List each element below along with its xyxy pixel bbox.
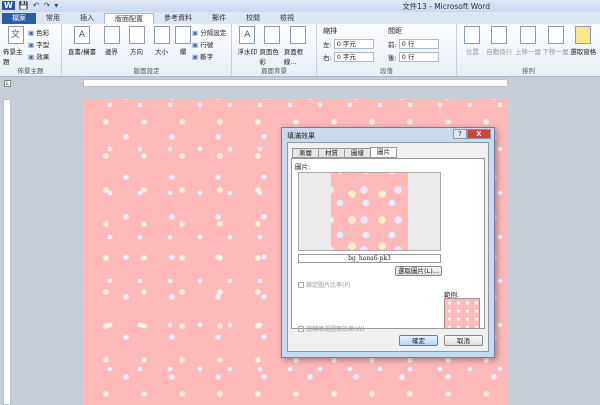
- vertical-ruler[interactable]: [3, 99, 11, 405]
- close-button[interactable]: X: [467, 129, 491, 139]
- page-color-label: 頁面色彩: [259, 48, 279, 66]
- themes-group-label: 佈景主題: [17, 67, 44, 75]
- size-icon: [153, 26, 170, 44]
- themes-group: 文佈景主題 色彩 字型 效果 佈景主題: [0, 24, 62, 76]
- window-title: 文件13 - Microsoft Word: [402, 2, 490, 11]
- page-borders-icon: [290, 26, 307, 44]
- ribbon: 文佈景主題 色彩 字型 效果 佈景主題 A 直書/橫書 邊界 方向 大小 欄 分隔…: [0, 24, 600, 77]
- indent-right-label: 右:: [323, 54, 332, 62]
- spacing-before-input[interactable]: 0 行: [398, 39, 439, 49]
- position-label: 位置: [465, 48, 479, 56]
- tab-selector[interactable]: L: [4, 80, 11, 87]
- spacing-title: 間距: [388, 27, 402, 35]
- page-setup-group-label: 版面設定: [133, 67, 160, 75]
- rotate-fill-checkbox[interactable]: 旋轉填滿圖案效果(W): [298, 324, 365, 333]
- margins-icon: [103, 26, 120, 44]
- arrange-group-label: 排列: [522, 67, 535, 75]
- indent-left-label: 左:: [323, 41, 332, 49]
- page-borders-label: 頁面框線...: [283, 48, 304, 66]
- tab-home[interactable]: 常用: [36, 13, 70, 24]
- spacing-before-label: 前:: [388, 41, 397, 49]
- picture-filename: bg_hana6-pk3: [298, 254, 441, 263]
- indent-left-input[interactable]: 0 字元: [333, 39, 374, 49]
- margins-label: 邊界: [105, 48, 118, 56]
- position-icon: [464, 26, 481, 44]
- bring-forward-icon: [520, 26, 536, 44]
- orientation-icon: [128, 26, 145, 44]
- tab-picture[interactable]: 圖片: [370, 147, 397, 158]
- rotate-fill-label: 旋轉填滿圖案效果(W): [306, 326, 365, 333]
- tab-gradient[interactable]: 漸層: [292, 148, 319, 158]
- size-label: 大小: [155, 48, 168, 56]
- picture-preview: [298, 172, 441, 251]
- send-backward-icon: [547, 26, 564, 44]
- page-background-group-label: 頁面背景: [261, 67, 287, 75]
- tab-page-layout[interactable]: 版面配置: [104, 13, 154, 24]
- selection-pane-icon: [575, 26, 592, 44]
- breaks-button[interactable]: 分隔設定: [192, 27, 226, 37]
- line-numbers-button[interactable]: 行號: [192, 39, 226, 49]
- cancel-button[interactable]: 取消: [444, 335, 483, 346]
- bring-forward-label: 上移一層: [515, 48, 541, 56]
- tab-texture[interactable]: 材質: [318, 148, 345, 158]
- tab-view[interactable]: 檢視: [270, 13, 304, 24]
- selection-pane-label: 選取窗格: [570, 48, 597, 56]
- lock-ratio-label: 鎖定圖片比率(P): [306, 282, 351, 289]
- arrange-group: 位置 自動換行 上移一層 下移一層 選取窗格 排列: [457, 24, 600, 76]
- wrap-text-icon: [491, 26, 508, 44]
- wrap-text-label: 自動換行: [486, 48, 513, 56]
- fill-effects-dialog: 填滿效果 ? X 漸層 材質 圖樣 圖片 圖片: bg_hana6-pk3 選取…: [281, 127, 495, 358]
- tab-file[interactable]: 檔案: [2, 13, 36, 24]
- themes-label: 佈景主題: [3, 48, 23, 66]
- page-color-icon: [263, 26, 280, 44]
- orientation-label: 方向: [130, 48, 143, 56]
- spacing-after-label: 後:: [388, 54, 397, 62]
- lock-ratio-checkbox[interactable]: 鎖定圖片比率(P): [298, 280, 350, 289]
- ribbon-tabs: 檔案 常用 插入 版面配置 參考資料 郵件 校閱 檢視: [0, 12, 600, 24]
- help-button[interactable]: ?: [453, 129, 467, 139]
- hyphenation-button[interactable]: 斷字: [192, 51, 226, 61]
- columns-icon: [175, 26, 191, 44]
- tab-references[interactable]: 參考資料: [154, 13, 202, 24]
- watermark-label: 浮水印: [237, 48, 257, 56]
- ok-button[interactable]: 確定: [399, 335, 438, 346]
- picture-label: 圖片:: [295, 163, 311, 171]
- tab-review[interactable]: 校閱: [236, 13, 270, 24]
- watermark-icon: A: [239, 26, 256, 44]
- select-picture-button[interactable]: 選取圖片(L)...: [395, 266, 442, 276]
- paragraph-group-label: 段落: [380, 67, 393, 75]
- tab-insert[interactable]: 插入: [70, 13, 104, 24]
- page-setup-group: A 直書/橫書 邊界 方向 大小 欄 分隔設定 行號 斷字 版面設定: [62, 24, 232, 76]
- picture-image: [331, 173, 408, 250]
- tab-mailings[interactable]: 郵件: [202, 13, 236, 24]
- columns-label: 欄: [179, 48, 187, 56]
- fonts-button[interactable]: 字型: [28, 39, 49, 49]
- spacing-after-input[interactable]: 0 行: [398, 52, 439, 62]
- paragraph-group: 縮排 左: 0 字元 右: 0 字元 間距 前: 0 行 後: 0 行 段落: [317, 24, 457, 76]
- colors-button[interactable]: 色彩: [28, 27, 49, 37]
- text-direction-label: 直書/橫書: [67, 48, 97, 56]
- effects-button[interactable]: 效果: [28, 51, 49, 61]
- sample-preview: [444, 298, 480, 329]
- tab-pattern[interactable]: 圖樣: [344, 148, 371, 158]
- send-backward-label: 下移一層: [542, 48, 569, 56]
- dialog-title: 填滿效果: [287, 132, 315, 140]
- text-direction-icon: A: [74, 26, 90, 44]
- horizontal-ruler[interactable]: [83, 79, 508, 87]
- themes-icon: 文: [7, 26, 24, 44]
- title-bar: W 💾 ↶ ↷ ▾ 文件13 - Microsoft Word: [0, 0, 600, 12]
- page-background-group: A 浮水印 頁面色彩 頁面框線... 頁面背景: [232, 24, 317, 76]
- indent-title: 縮排: [323, 27, 337, 35]
- indent-right-input[interactable]: 0 字元: [333, 52, 374, 62]
